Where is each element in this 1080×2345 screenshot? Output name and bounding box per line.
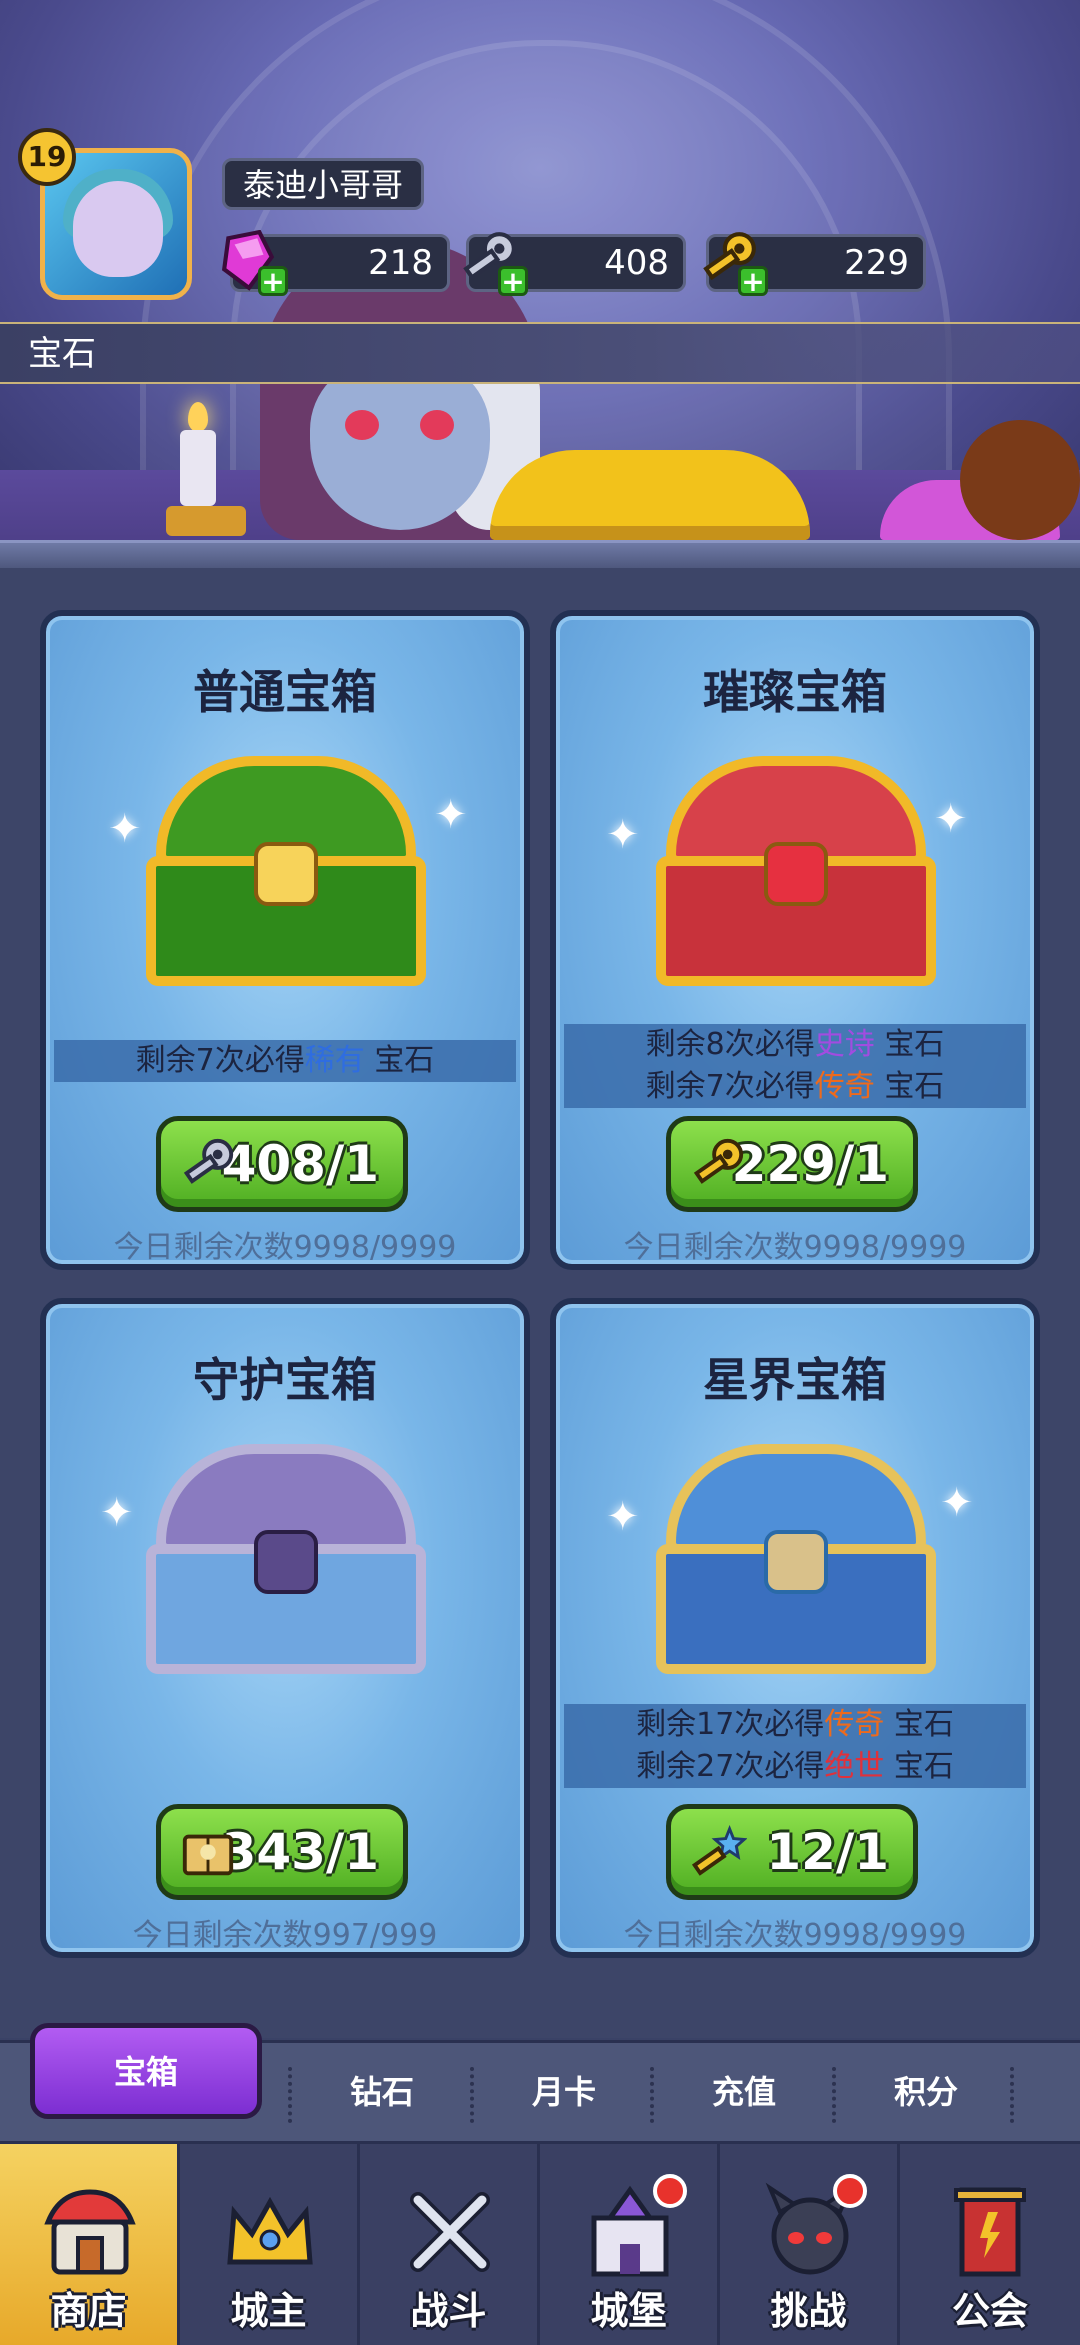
- candle: [180, 430, 216, 506]
- nav-lord[interactable]: 城主: [180, 2144, 360, 2345]
- daily-remaining: 今日剩余次数9998/9999: [623, 1918, 967, 1953]
- daily-remaining: 今日剩余次数9998/9999: [113, 1230, 457, 1265]
- guardian-chest-image: [146, 1444, 426, 1674]
- star-key-icon: [691, 1825, 747, 1876]
- chest-card-brilliant[interactable]: 璀璨宝箱 ✦ ✦ 剩余8次必得史诗 宝石 剩余7次必得传奇 宝石 229/1 今…: [550, 610, 1040, 1270]
- add-gems-button[interactable]: +: [258, 266, 288, 296]
- tab-monthly-card[interactable]: 月卡: [474, 2043, 654, 2141]
- brilliant-chest-image: [656, 756, 936, 986]
- chest-title: 守护宝箱: [193, 1353, 377, 1407]
- nav-label: 城堡: [590, 2289, 667, 2333]
- chest-title: 星界宝箱: [703, 1353, 887, 1407]
- chest-price: 229/1: [731, 1135, 889, 1193]
- astral-chest-image: [656, 1444, 936, 1674]
- nav-label: 公会: [951, 2289, 1028, 2333]
- open-normal-chest-button[interactable]: 408/1: [156, 1116, 408, 1212]
- tab-diamonds[interactable]: 钻石: [292, 2043, 472, 2141]
- daily-remaining: 今日剩余次数997/999: [132, 1918, 438, 1953]
- chest-price: 408/1: [221, 1135, 379, 1193]
- section-title: 宝石: [0, 322, 1080, 384]
- nav-shop[interactable]: 商店: [0, 2144, 180, 2345]
- chest-card-astral[interactable]: 星界宝箱 ✦ ✦ 剩余17次必得传奇 宝石 剩余27次必得绝世 宝石 12/1 …: [550, 1298, 1040, 1958]
- nav-label: 挑战: [770, 2289, 847, 2333]
- shopkeeper-eye: [345, 410, 379, 440]
- tab-divider: [1010, 2067, 1018, 2123]
- candle-holder: [166, 506, 246, 536]
- shop-banner: 19 泰迪小哥哥 218 + 408 + 229 + 宝石: [0, 0, 1080, 560]
- sparkle-icon: ✦: [606, 812, 640, 858]
- candle-flame: [188, 402, 208, 432]
- chest-title: 璀璨宝箱: [703, 665, 887, 719]
- crossed-swords-icon: [410, 2192, 490, 2272]
- chest-title: 普通宝箱: [193, 665, 377, 719]
- notification-dot: [653, 2174, 687, 2208]
- chest-price: 343/1: [221, 1823, 379, 1881]
- nav-battle[interactable]: 战斗: [360, 2144, 540, 2345]
- sparkle-icon: ✦: [606, 1494, 640, 1540]
- tab-chests[interactable]: 宝箱: [30, 2023, 262, 2119]
- nav-guild[interactable]: 公会: [900, 2144, 1080, 2345]
- nav-challenge[interactable]: 挑战: [720, 2144, 900, 2345]
- open-astral-chest-button[interactable]: 12/1: [666, 1804, 918, 1900]
- pity-info: 剩余17次必得传奇 宝石 剩余27次必得绝世 宝石: [564, 1704, 1026, 1788]
- notification-dot: [833, 2174, 867, 2208]
- pity-info: 剩余8次必得史诗 宝石 剩余7次必得传奇 宝石: [564, 1024, 1026, 1108]
- add-silver-keys-button[interactable]: +: [498, 266, 528, 296]
- nav-label: 商店: [50, 2289, 127, 2333]
- shop-stall-icon: [44, 2189, 136, 2275]
- sparkle-icon: ✦: [940, 1480, 974, 1526]
- daily-remaining: 今日剩余次数9998/9999: [623, 1230, 967, 1265]
- sparkle-icon: ✦: [100, 1490, 134, 1536]
- chest-card-normal[interactable]: 普通宝箱 ✦ ✦ 剩余7次必得稀有 宝石 408/1 今日剩余次数9998/99…: [40, 610, 530, 1270]
- gold-key-icon: [693, 1138, 744, 1184]
- chest-card-guardian[interactable]: 守护宝箱 ✦ ✦ 343/1 今日剩余次数997/999: [40, 1298, 530, 1958]
- nav-label: 城主: [230, 2289, 307, 2333]
- pity-info: 剩余7次必得稀有 宝石: [54, 1040, 516, 1082]
- gold-pile-illustration: [490, 450, 810, 540]
- open-guardian-chest-button[interactable]: 343/1: [156, 1804, 408, 1900]
- shopkeeper-eye: [420, 410, 454, 440]
- silver-key-icon: [183, 1138, 234, 1184]
- nav-label: 战斗: [410, 2289, 487, 2333]
- player-name: 泰迪小哥哥: [222, 158, 425, 210]
- normal-chest-image: [146, 756, 426, 986]
- guild-banner-icon: [954, 2187, 1026, 2277]
- tab-points[interactable]: 积分: [836, 2043, 1016, 2141]
- chest-price: 12/1: [766, 1823, 889, 1881]
- bottom-navigation: 商店 城主 战斗 城堡 挑战 公会: [0, 2144, 1080, 2345]
- sparkle-icon: ✦: [934, 796, 968, 842]
- shop-tab-bar: 宝箱 钻石 月卡 充值 积分: [0, 2023, 1080, 2144]
- sparkle-icon: ✦: [434, 792, 468, 838]
- player-level-badge: 19: [18, 128, 76, 186]
- treasure-bag-illustration: [960, 420, 1080, 540]
- banner-ledge: [0, 540, 1080, 571]
- add-gold-keys-button[interactable]: +: [738, 266, 768, 296]
- crown-icon: [227, 2196, 313, 2265]
- spellbook-icon: [182, 1834, 234, 1876]
- nav-castle[interactable]: 城堡: [540, 2144, 720, 2345]
- tab-recharge[interactable]: 充值: [654, 2043, 834, 2141]
- open-brilliant-chest-button[interactable]: 229/1: [666, 1116, 918, 1212]
- sparkle-icon: ✦: [108, 806, 142, 852]
- avatar-face: [73, 181, 163, 277]
